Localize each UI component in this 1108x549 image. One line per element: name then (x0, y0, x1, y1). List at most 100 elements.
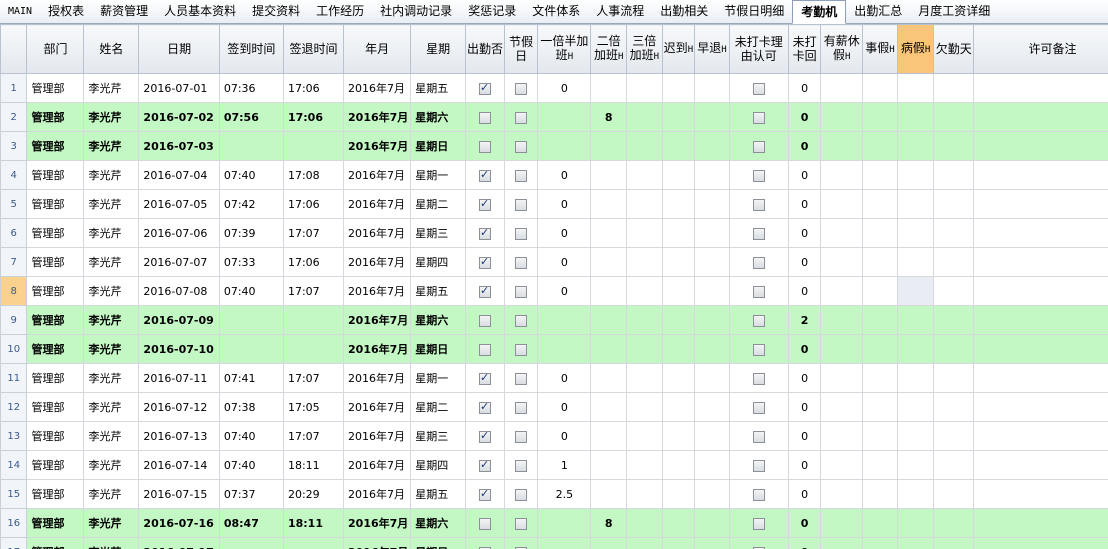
checkbox[interactable] (515, 198, 528, 211)
cell-early-leave[interactable] (694, 363, 730, 393)
cell-absence-days[interactable] (933, 392, 975, 422)
cell-ot-1-5x[interactable] (537, 102, 592, 132)
cell-attendance[interactable] (465, 479, 505, 509)
cell-holiday[interactable] (503, 102, 539, 132)
cell-ot-1-5x[interactable]: 0 (537, 73, 592, 103)
cell-holiday[interactable] (503, 537, 539, 549)
cell-sick-leave[interactable] (896, 508, 935, 538)
cell-absence-days[interactable] (933, 189, 975, 219)
cell-remarks[interactable] (973, 450, 1108, 480)
cell-holiday[interactable] (503, 421, 539, 451)
cell-personal-leave[interactable] (862, 421, 898, 451)
checkbox[interactable] (752, 140, 765, 153)
cell-late[interactable] (661, 537, 696, 549)
tab-7[interactable]: 奖惩记录 (460, 0, 524, 23)
cell-sick-leave[interactable] (896, 218, 935, 248)
cell-missed-punch-count[interactable]: 0 (787, 218, 822, 248)
cell-checkout[interactable]: 17:05 (282, 392, 345, 422)
cell-holiday[interactable] (503, 479, 539, 509)
cell-absence-days[interactable] (933, 479, 975, 509)
cell-early-leave[interactable] (694, 392, 730, 422)
cell-date[interactable]: 2016-07-14 (138, 450, 220, 480)
checkbox[interactable] (515, 430, 528, 443)
cell-weekday[interactable]: 星期日 (410, 131, 467, 161)
cell-ot-3x[interactable] (625, 102, 663, 132)
cell-year-month[interactable]: 2016年7月 (343, 334, 412, 364)
cell-weekday[interactable]: 星期二 (410, 392, 467, 422)
header-holiday[interactable]: 节假日 (503, 24, 539, 74)
cell-ot-3x[interactable] (625, 73, 663, 103)
cell-attendance[interactable] (465, 131, 505, 161)
cell-weekday[interactable]: 星期六 (410, 102, 467, 132)
cell-ot-1-5x[interactable] (537, 305, 592, 335)
cell-weekday[interactable]: 星期三 (410, 421, 467, 451)
row-number[interactable]: 1 (0, 73, 28, 103)
cell-date[interactable]: 2016-07-06 (138, 218, 220, 248)
cell-late[interactable] (661, 160, 696, 190)
tab-8[interactable]: 文件体系 (524, 0, 588, 23)
checkbox[interactable] (479, 400, 491, 414)
cell-sick-leave[interactable] (896, 363, 935, 393)
cell-remarks[interactable] (973, 537, 1108, 549)
checkbox[interactable] (515, 343, 528, 356)
cell-absence-days[interactable] (933, 450, 975, 480)
cell-dept[interactable]: 管理部 (26, 73, 85, 103)
cell-checkout[interactable]: 17:06 (282, 73, 345, 103)
cell-date[interactable]: 2016-07-13 (138, 421, 220, 451)
cell-holiday[interactable] (503, 218, 539, 248)
checkbox[interactable] (752, 285, 765, 298)
cell-attendance[interactable] (465, 160, 505, 190)
cell-sick-leave[interactable] (896, 131, 935, 161)
cell-remarks[interactable] (973, 189, 1108, 219)
row-number[interactable]: 7 (0, 247, 28, 277)
cell-personal-leave[interactable] (862, 218, 898, 248)
cell-ot-1-5x[interactable]: 0 (537, 363, 592, 393)
cell-sick-leave[interactable] (896, 479, 935, 509)
cell-remarks[interactable] (973, 160, 1108, 190)
cell-sick-leave[interactable] (896, 73, 935, 103)
cell-ot-2x[interactable] (590, 218, 627, 248)
checkbox[interactable] (515, 169, 528, 182)
cell-personal-leave[interactable] (862, 508, 898, 538)
checkbox[interactable] (752, 401, 765, 414)
cell-missed-punch-count[interactable]: 0 (787, 247, 822, 277)
cell-attendance[interactable] (465, 508, 505, 538)
cell-name[interactable]: 李光芹 (83, 160, 140, 190)
cell-early-leave[interactable] (694, 102, 730, 132)
cell-holiday[interactable] (503, 508, 539, 538)
header-late[interactable]: 迟到H (661, 24, 696, 74)
cell-personal-leave[interactable] (862, 73, 898, 103)
cell-paid-leave[interactable] (820, 102, 864, 132)
cell-missed-punch-approved[interactable] (728, 160, 789, 190)
cell-ot-1-5x[interactable] (537, 131, 592, 161)
checkbox[interactable] (479, 81, 491, 95)
cell-sick-leave[interactable] (896, 334, 935, 364)
tab-2[interactable]: 薪资管理 (92, 0, 156, 23)
cell-personal-leave[interactable] (862, 363, 898, 393)
cell-paid-leave[interactable] (820, 160, 864, 190)
cell-year-month[interactable]: 2016年7月 (343, 218, 412, 248)
cell-year-month[interactable]: 2016年7月 (343, 421, 412, 451)
header-missed-punch-count[interactable]: 未打卡回 (787, 24, 822, 74)
cell-ot-3x[interactable] (625, 537, 663, 549)
cell-absence-days[interactable] (933, 276, 975, 306)
cell-dept[interactable]: 管理部 (26, 160, 85, 190)
cell-checkin[interactable]: 07:56 (218, 102, 284, 132)
cell-ot-2x[interactable] (590, 363, 627, 393)
cell-year-month[interactable]: 2016年7月 (343, 276, 412, 306)
cell-missed-punch-count[interactable]: 0 (787, 392, 822, 422)
cell-dept[interactable]: 管理部 (26, 450, 85, 480)
cell-late[interactable] (661, 131, 696, 161)
cell-checkout[interactable]: 17:07 (282, 421, 345, 451)
cell-weekday[interactable]: 星期日 (410, 334, 467, 364)
cell-missed-punch-count[interactable]: 0 (787, 334, 822, 364)
cell-sick-leave[interactable] (896, 247, 935, 277)
cell-ot-3x[interactable] (625, 189, 663, 219)
header-ot-3x[interactable]: 三倍加班H (625, 24, 663, 74)
row-number[interactable]: 3 (0, 131, 28, 161)
cell-attendance[interactable] (465, 537, 505, 549)
cell-missed-punch-approved[interactable] (728, 102, 789, 132)
cell-date[interactable]: 2016-07-11 (138, 363, 220, 393)
cell-holiday[interactable] (503, 334, 539, 364)
cell-ot-3x[interactable] (625, 247, 663, 277)
